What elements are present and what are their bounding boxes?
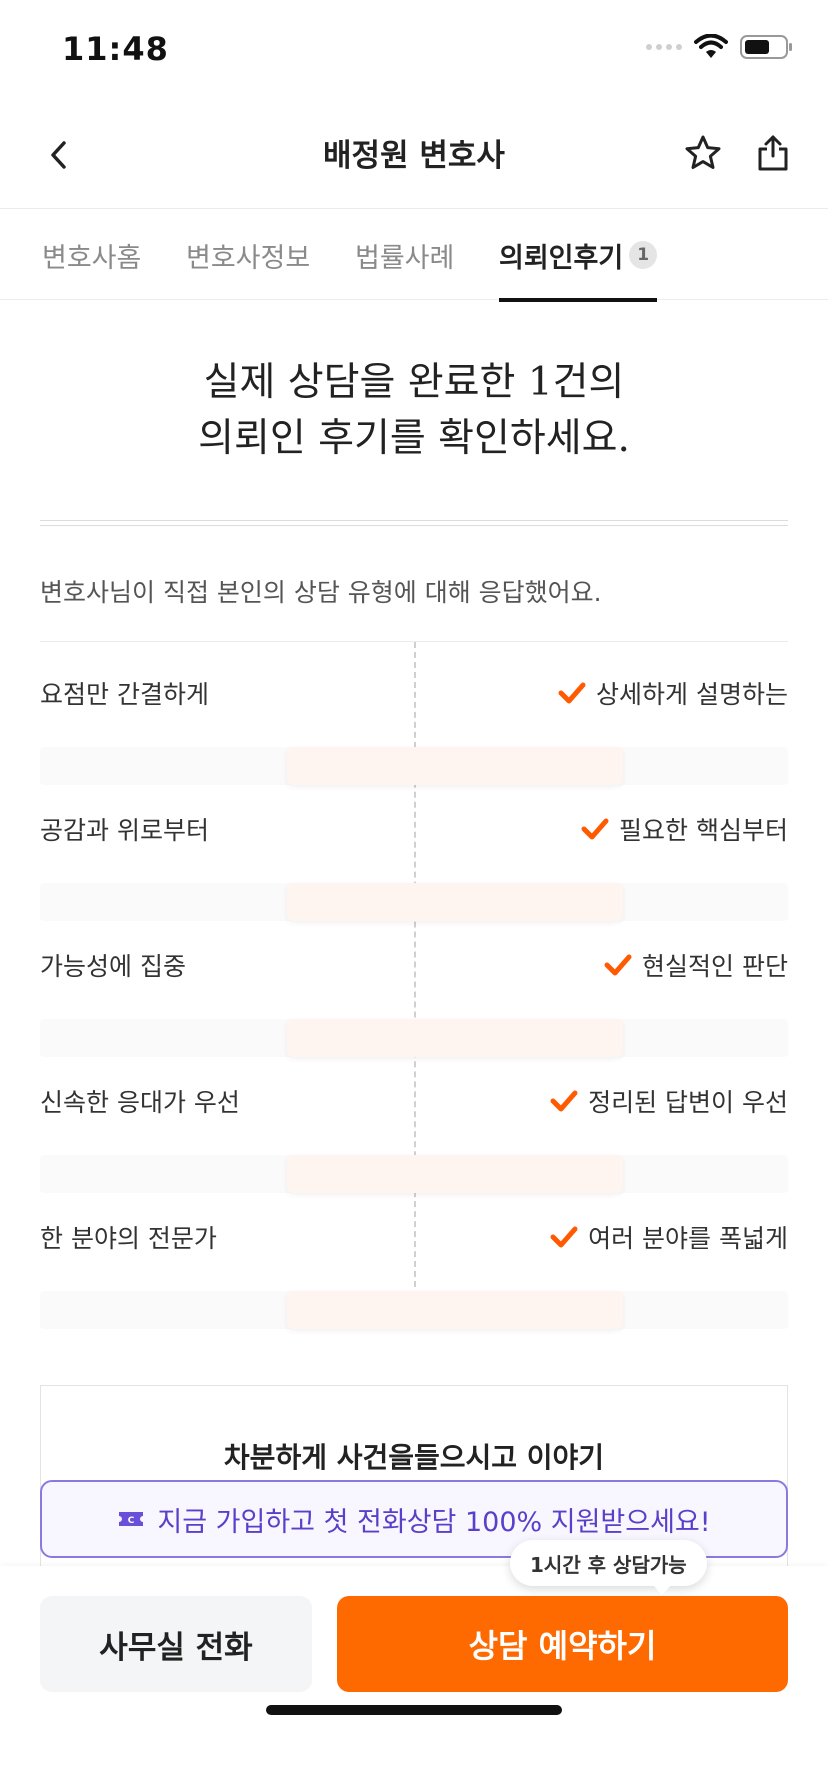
trait-left-label: 신속한 응대가 우선 [40,1088,240,1117]
reviews-headline: 실제 상담을 완료한 1건의 의뢰인 후기를 확인하세요. [198,360,630,461]
star-icon [685,135,721,169]
trait-left-label: 요점만 간결하게 [40,680,209,709]
trait-left-label: 가능성에 집중 [40,952,186,981]
status-bar: 11:48 [0,0,828,100]
tab-client-reviews[interactable]: 의뢰인후기 1 [499,209,658,302]
svg-text:C: C [128,1516,135,1526]
trait-right-label: 정리된 답변이 우선 [550,1083,788,1119]
tab-bar: 변호사홈 변호사정보 법률사례 의뢰인후기 1 [0,208,828,302]
review-title: 차분하게 사건을들으시고 이야기 [223,1441,605,1474]
status-time: 11:48 [62,30,169,68]
trait-track [40,1019,788,1057]
promo-text: 지금 가입하고 첫 전화상담 100% 지원받으세요! [157,1506,711,1538]
trait-right-label: 상세하게 설명하는 [558,675,788,711]
check-icon [558,682,586,704]
section-divider [40,520,788,526]
battery-icon [740,35,792,59]
check-icon [604,954,632,976]
trait-row: 가능성에 집중 현실적인 판단 [40,937,788,1057]
trait-row: 요점만 간결하게 상세하게 설명하는 [40,665,788,785]
home-indicator[interactable] [266,1705,562,1715]
bottom-action-bar: 사무실 전화 상담 예약하기 1시간 후 상담가능 [0,1540,828,1792]
share-icon [758,135,788,171]
office-call-button[interactable]: 사무실 전화 [40,1596,312,1692]
trait-left-label: 공감과 위로부터 [40,816,209,845]
trait-row: 신속한 응대가 우선 정리된 답변이 우선 [40,1073,788,1193]
check-icon [550,1226,578,1248]
status-icons [646,34,794,60]
check-icon [550,1090,578,1112]
check-icon [581,818,609,840]
cellular-signal-icon [646,44,682,50]
consult-type-intro: 변호사님이 직접 본인의 상담 유형에 대해 응답했어요. [40,578,602,607]
trait-right-label: 현실적인 판단 [604,947,788,983]
tab-lawyer-info[interactable]: 변호사정보 [186,209,310,301]
share-button[interactable] [748,128,798,178]
trait-left-label: 한 분야의 전문가 [40,1224,217,1253]
trait-track [40,1155,788,1193]
review-count-badge: 1 [629,241,658,269]
nav-bar: 배정원 변호사 [0,110,828,200]
favorite-button[interactable] [678,128,728,178]
trait-indicator [287,1155,623,1193]
trait-track [40,1291,788,1329]
trait-right-label: 필요한 핵심부터 [581,811,788,847]
tab-lawyer-home[interactable]: 변호사홈 [42,209,141,301]
trait-indicator [287,883,623,921]
trait-track [40,747,788,785]
trait-indicator [287,747,623,785]
trait-indicator [287,1291,623,1329]
availability-tooltip: 1시간 후 상담가능 [510,1540,707,1595]
trait-track [40,883,788,921]
trait-right-label: 여러 분야를 폭넓게 [550,1219,788,1255]
trait-row: 한 분야의 전문가 여러 분야를 폭넓게 [40,1209,788,1329]
coupon-icon: C [119,1512,144,1526]
trait-row: 공감과 위로부터 필요한 핵심부터 [40,801,788,921]
trait-indicator [287,1019,623,1057]
wifi-icon [694,34,728,58]
tab-legal-cases[interactable]: 법률사례 [355,209,454,301]
book-consultation-button[interactable]: 상담 예약하기 [337,1596,788,1692]
